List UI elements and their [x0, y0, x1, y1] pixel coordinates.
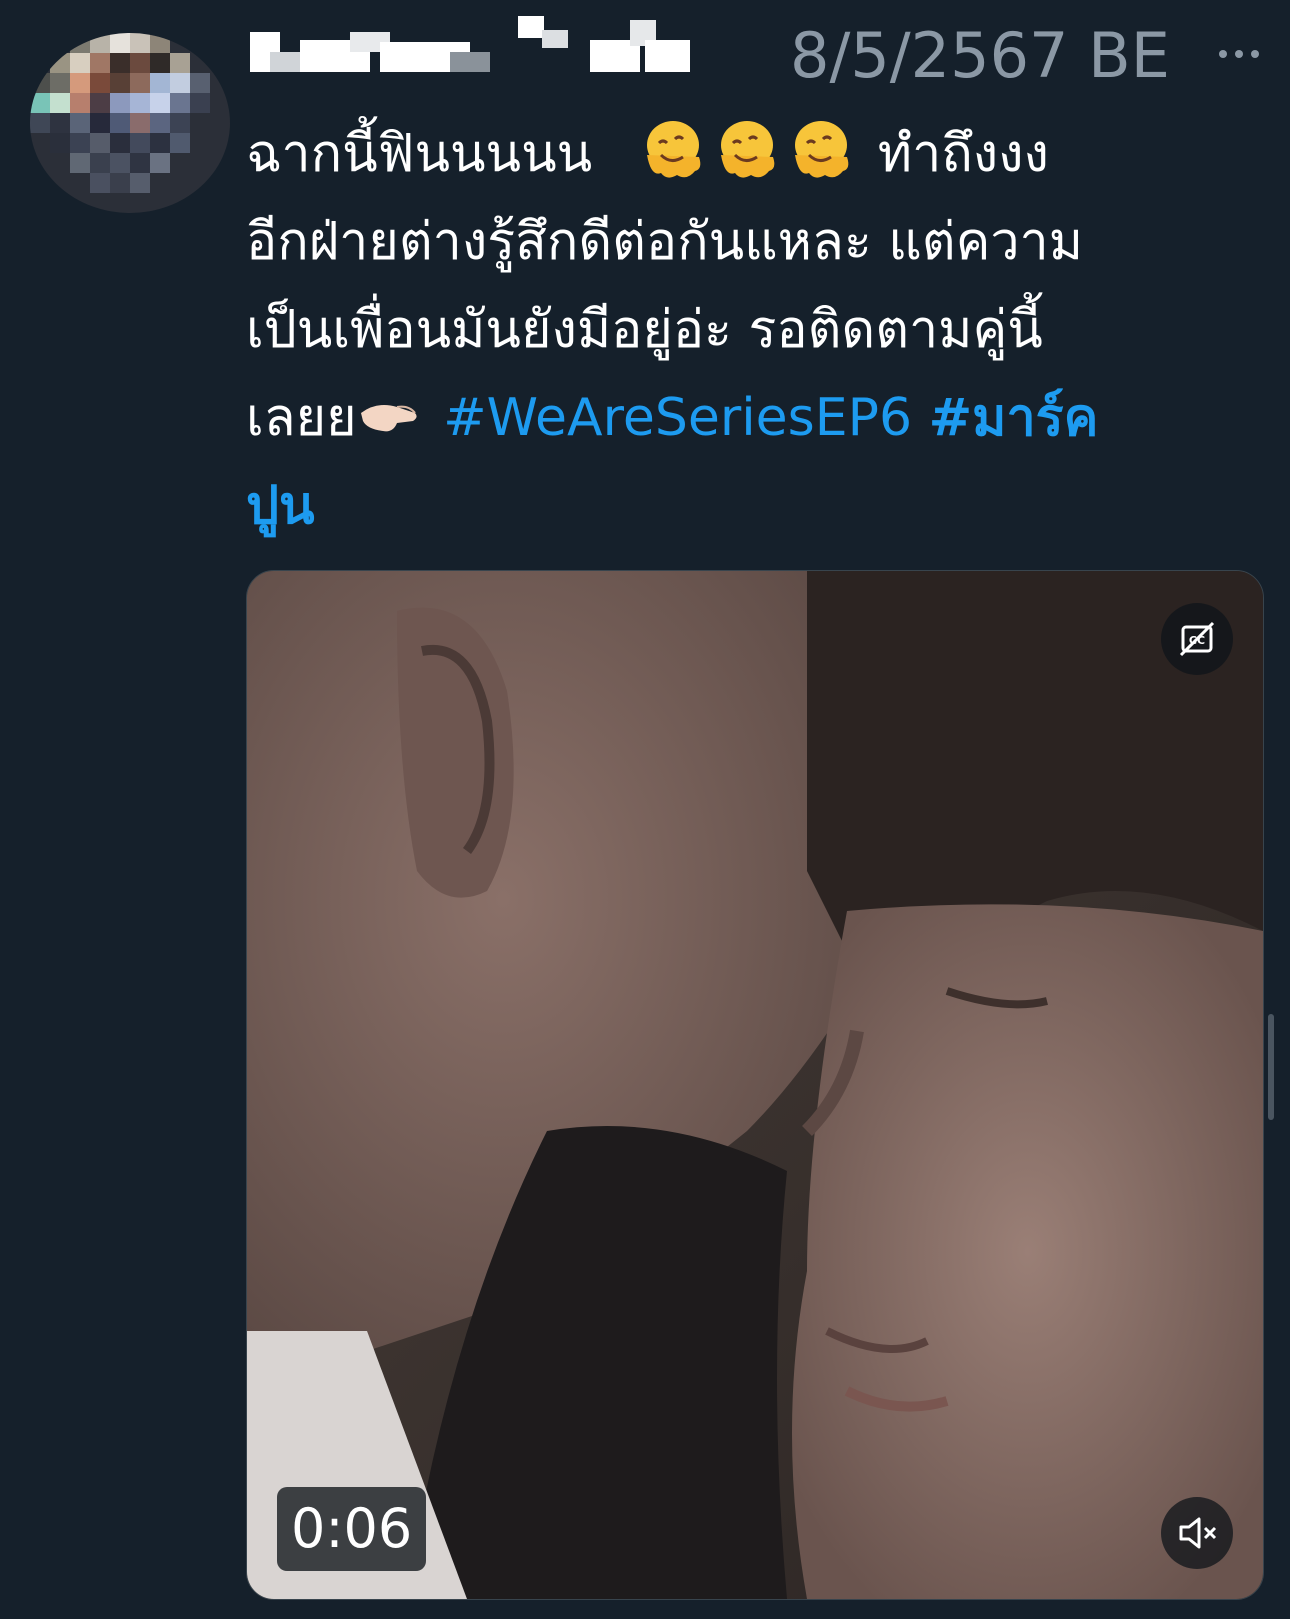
more-horizontal-icon[interactable] — [1215, 30, 1263, 78]
melting-face-emoji — [787, 115, 855, 210]
tweet-text-segment: ฉากนี้ฟินนนนน — [246, 124, 593, 184]
tweet-text-line-2: อีกฝ่ายต่างรู้สึกดีต่อกันแหละ แต่ความ — [246, 212, 1084, 272]
melting-face-emoji — [639, 115, 707, 210]
tweet-text-line-1: ฉากนี้ฟินนนนน ทำถึงงง — [246, 110, 1256, 198]
tweet-text-segment: ทำถึงงง — [877, 124, 1049, 184]
tweet-text-segment: เลยย — [246, 388, 357, 448]
tweet-timestamp[interactable]: 8/5/2567 BE — [790, 18, 1170, 94]
hashtag-link-continuation[interactable]: ปูน — [246, 476, 315, 536]
video-duration: 0:06 — [277, 1487, 427, 1571]
scrollbar[interactable] — [1268, 1014, 1274, 1120]
mute-button[interactable] — [1161, 1497, 1233, 1569]
melting-face-emoji — [713, 115, 781, 210]
video-frame — [247, 571, 1263, 1599]
tweet-text: ฉากนี้ฟินนนนน ทำถึงงง อีกฝ่ายต่างรู้สึกด… — [246, 110, 1256, 550]
captions-off-icon: CC — [1179, 621, 1215, 657]
tweet-text-line-3: เป็นเพื่อนมันยังมีอยู่อ่ะ รอติดตามคู่นี้ — [246, 300, 1043, 360]
tweet: 8/5/2567 BE ฉากนี้ฟินนนนน ทำถึงงง อีกฝ่า… — [0, 0, 1290, 1619]
volume-muted-icon — [1179, 1517, 1217, 1549]
pinching-hand-emoji — [357, 383, 421, 474]
tweet-text-line-4: เลยย #WeAreSeriesEP6 #มาร์ค — [246, 374, 1256, 462]
video-player[interactable]: CC 0:06 — [246, 570, 1264, 1600]
avatar[interactable] — [30, 33, 230, 213]
tweet-text-line-5: ปูน — [246, 462, 1256, 550]
hashtag-link[interactable]: #มาร์ค — [929, 388, 1099, 448]
username-redacted[interactable] — [250, 10, 710, 80]
hashtag-link[interactable]: #WeAreSeriesEP6 — [443, 388, 912, 448]
captions-off-button[interactable]: CC — [1161, 603, 1233, 675]
